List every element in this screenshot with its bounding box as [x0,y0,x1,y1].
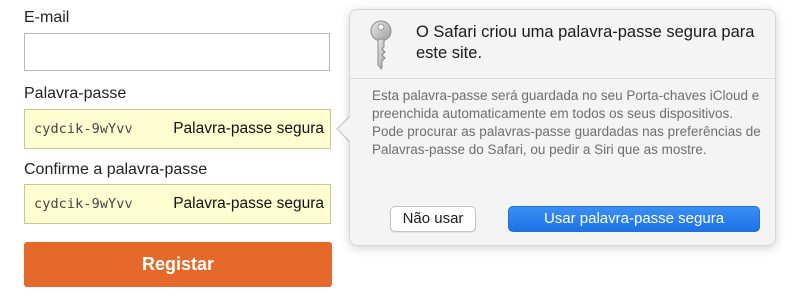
popover-divider [350,78,775,79]
password-fade [125,110,163,148]
use-strong-password-button[interactable]: Usar palavra-passe segura [508,206,760,232]
email-label: E-mail [24,9,70,26]
key-icon [369,20,393,72]
password-value: cydcik-9wYvv [34,121,133,137]
email-field[interactable] [24,33,330,71]
popover-description: Esta palavra-passe será guardada no seu … [372,87,767,159]
confirm-password-fade [125,185,163,223]
popover-header: O Safari criou uma palavra-passe segura … [350,10,775,76]
password-field[interactable]: cydcik-9wYvv Palavra-passe segura [24,109,331,149]
confirm-password-label: Confirme a palavra-passe [24,161,208,178]
dont-use-button[interactable]: Não usar [390,206,476,232]
strong-password-tag: Palavra-passe segura [169,110,324,148]
confirm-strong-password-tag: Palavra-passe segura [169,185,324,223]
confirm-password-field[interactable]: cydcik-9wYvv Palavra-passe segura [24,184,331,224]
confirm-password-value: cydcik-9wYvv [34,196,133,212]
popover-title: O Safari criou uma palavra-passe segura … [416,23,755,62]
password-label: Palavra-passe [24,85,127,102]
popover-arrow-inner [338,116,351,142]
register-button[interactable]: Registar [24,242,332,287]
popover-description-text: Esta palavra-passe será guardada no seu … [372,88,761,157]
strong-password-popover: O Safari criou uma palavra-passe segura … [349,9,776,246]
